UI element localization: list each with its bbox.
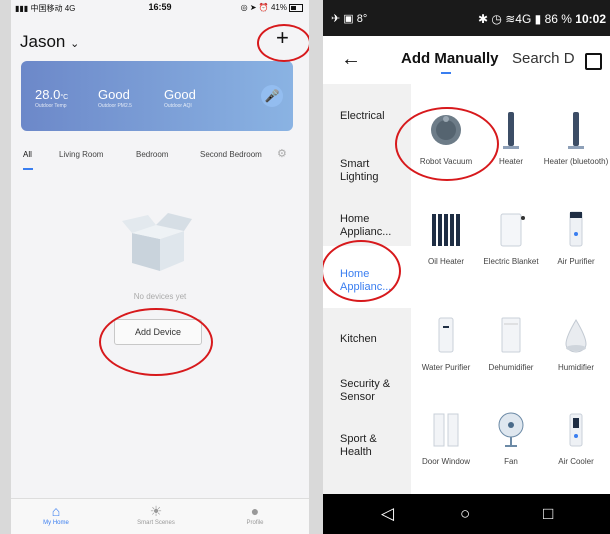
tab-profile[interactable]: ● Profile <box>220 502 290 526</box>
tab-second-bedroom[interactable]: Second Bedroom <box>200 150 262 159</box>
tab-living-room[interactable]: Living Room <box>59 150 103 159</box>
annotation-circle <box>99 308 213 376</box>
device-label: Air Purifier <box>557 257 595 266</box>
gear-icon[interactable]: ⚙ <box>277 147 287 160</box>
android-status-bar: ✈ ▣ 8° ✱ ◷ ≋4G ▮ 86 % 10:02 <box>323 0 610 36</box>
android-add-device-screen: ✈ ▣ 8° ✱ ◷ ≋4G ▮ 86 % 10:02 ← Add Manual… <box>323 0 610 534</box>
tab-add-manually[interactable]: Add Manually <box>401 50 499 67</box>
active-tab-indicator <box>23 168 33 170</box>
profile-icon: ● <box>250 503 260 519</box>
tab-label: Smart Scenes <box>137 520 175 526</box>
tab-my-home[interactable]: ⌂ My Home <box>21 502 91 526</box>
weather-aqi: Good Outdoor AQI <box>164 87 196 109</box>
active-tab-indicator <box>441 72 451 74</box>
battery-status: ◎ ➤ ⏰ 41% <box>241 3 303 12</box>
scan-icon[interactable] <box>585 53 602 70</box>
fan-icon <box>498 412 524 447</box>
heater-icon <box>503 112 519 149</box>
empty-state-text: No devices yet <box>133 292 187 301</box>
category-electrical[interactable]: Electrical <box>340 110 385 123</box>
humidifier-icon <box>565 319 587 353</box>
ios-home-screen: ▮▮▮ 中国移动 4G 16:59 ◎ ➤ ⏰ 41% Jason ⌄ + 28… <box>11 0 309 534</box>
tab-label: My Home <box>43 520 69 526</box>
annotation-circle <box>395 107 499 181</box>
home-selector[interactable]: Jason ⌄ <box>20 32 79 52</box>
microphone-icon[interactable]: 🎤 <box>261 85 283 107</box>
blanket-icon <box>500 213 525 247</box>
weather-pm25: Good Outdoor PM2.5 <box>98 87 132 109</box>
nav-home-icon[interactable]: ○ <box>460 504 470 524</box>
category-smart-lighting[interactable]: Smart Lighting <box>340 158 400 184</box>
dehumidifier-icon <box>501 317 521 353</box>
category-sport-health[interactable]: Sport & Health <box>340 433 400 459</box>
tab-smart-scenes[interactable]: ☀ Smart Scenes <box>121 502 191 526</box>
ios-status-bar: ▮▮▮ 中国移动 4G 16:59 ◎ ➤ ⏰ 41% <box>11 0 309 14</box>
tab-label: Profile <box>246 520 264 526</box>
bottom-tab-bar: ⌂ My Home ☀ Smart Scenes ● Profile <box>11 498 309 534</box>
back-arrow-icon[interactable]: ← <box>341 49 361 69</box>
room-tabs: All Living Room Bedroom Second Bedroom <box>11 150 309 170</box>
bluetooth-alarm-wifi-icons: ✱ ◷ ≋ <box>478 12 516 26</box>
home-icon: ⌂ <box>51 503 61 519</box>
tab-search-devices[interactable]: Search D <box>512 50 575 67</box>
status-small-text: 8° <box>356 13 368 25</box>
annotation-circle <box>323 240 401 302</box>
temp-value: 28.0 <box>35 87 61 102</box>
category-home-appliance[interactable]: Home Applianc... <box>340 213 400 239</box>
notification-icons: ✈ ▣ <box>331 13 354 25</box>
weather-card: 28.0°C Outdoor Temp Good Outdoor PM2.5 G… <box>21 61 293 131</box>
empty-box-icon <box>122 213 192 271</box>
weather-temp: 28.0°C Outdoor Temp <box>35 87 68 109</box>
location-icon: ◎ ➤ ⏰ <box>240 3 269 12</box>
sun-icon: ☀ <box>149 503 163 519</box>
battery-percent: 41% <box>270 3 287 12</box>
category-security-sensor[interactable]: Security & Sensor <box>340 378 402 404</box>
door-window-icon <box>433 413 459 447</box>
nav-recents-icon[interactable]: □ <box>543 504 553 524</box>
tab-all[interactable]: All <box>23 150 32 159</box>
heater-icon <box>568 112 584 149</box>
device-label: Air Cooler <box>558 457 594 466</box>
air-purifier-icon <box>569 211 583 247</box>
home-name: Jason <box>20 32 66 51</box>
water-purifier-icon <box>438 317 454 353</box>
temp-unit: °C <box>60 94 69 101</box>
pm25-value: Good <box>98 87 130 102</box>
android-nav-bar: ◁ ○ □ <box>323 494 610 534</box>
category-kitchen[interactable]: Kitchen <box>340 333 377 346</box>
annotation-circle <box>257 24 309 62</box>
battery-icon <box>289 3 303 12</box>
nav-back-icon[interactable]: ◁ <box>381 504 394 524</box>
status-left: ✈ ▣ 8° <box>331 12 367 25</box>
temp-label: Outdoor Temp <box>35 103 67 109</box>
network-label: 4G <box>515 12 532 26</box>
battery-icon: ▮ <box>534 12 542 26</box>
status-right: ✱ ◷ ≋4G ▮ 86 % 10:02 <box>478 12 606 26</box>
aqi-value: Good <box>164 87 196 102</box>
battery-percent: 86 % <box>544 12 572 26</box>
tab-bedroom[interactable]: Bedroom <box>136 150 168 159</box>
add-device-header: ← Add Manually Search D <box>323 36 610 84</box>
device-label: Heater (bluetooth) <box>543 157 609 166</box>
clock: 10:02 <box>575 12 606 26</box>
device-label: Humidifier <box>557 363 594 372</box>
aqi-label: Outdoor AQI <box>164 103 192 109</box>
pm25-label: Outdoor PM2.5 <box>98 103 132 109</box>
chevron-down-icon: ⌄ <box>70 38 80 50</box>
air-cooler-icon <box>569 413 583 447</box>
oil-heater-icon <box>432 214 460 246</box>
